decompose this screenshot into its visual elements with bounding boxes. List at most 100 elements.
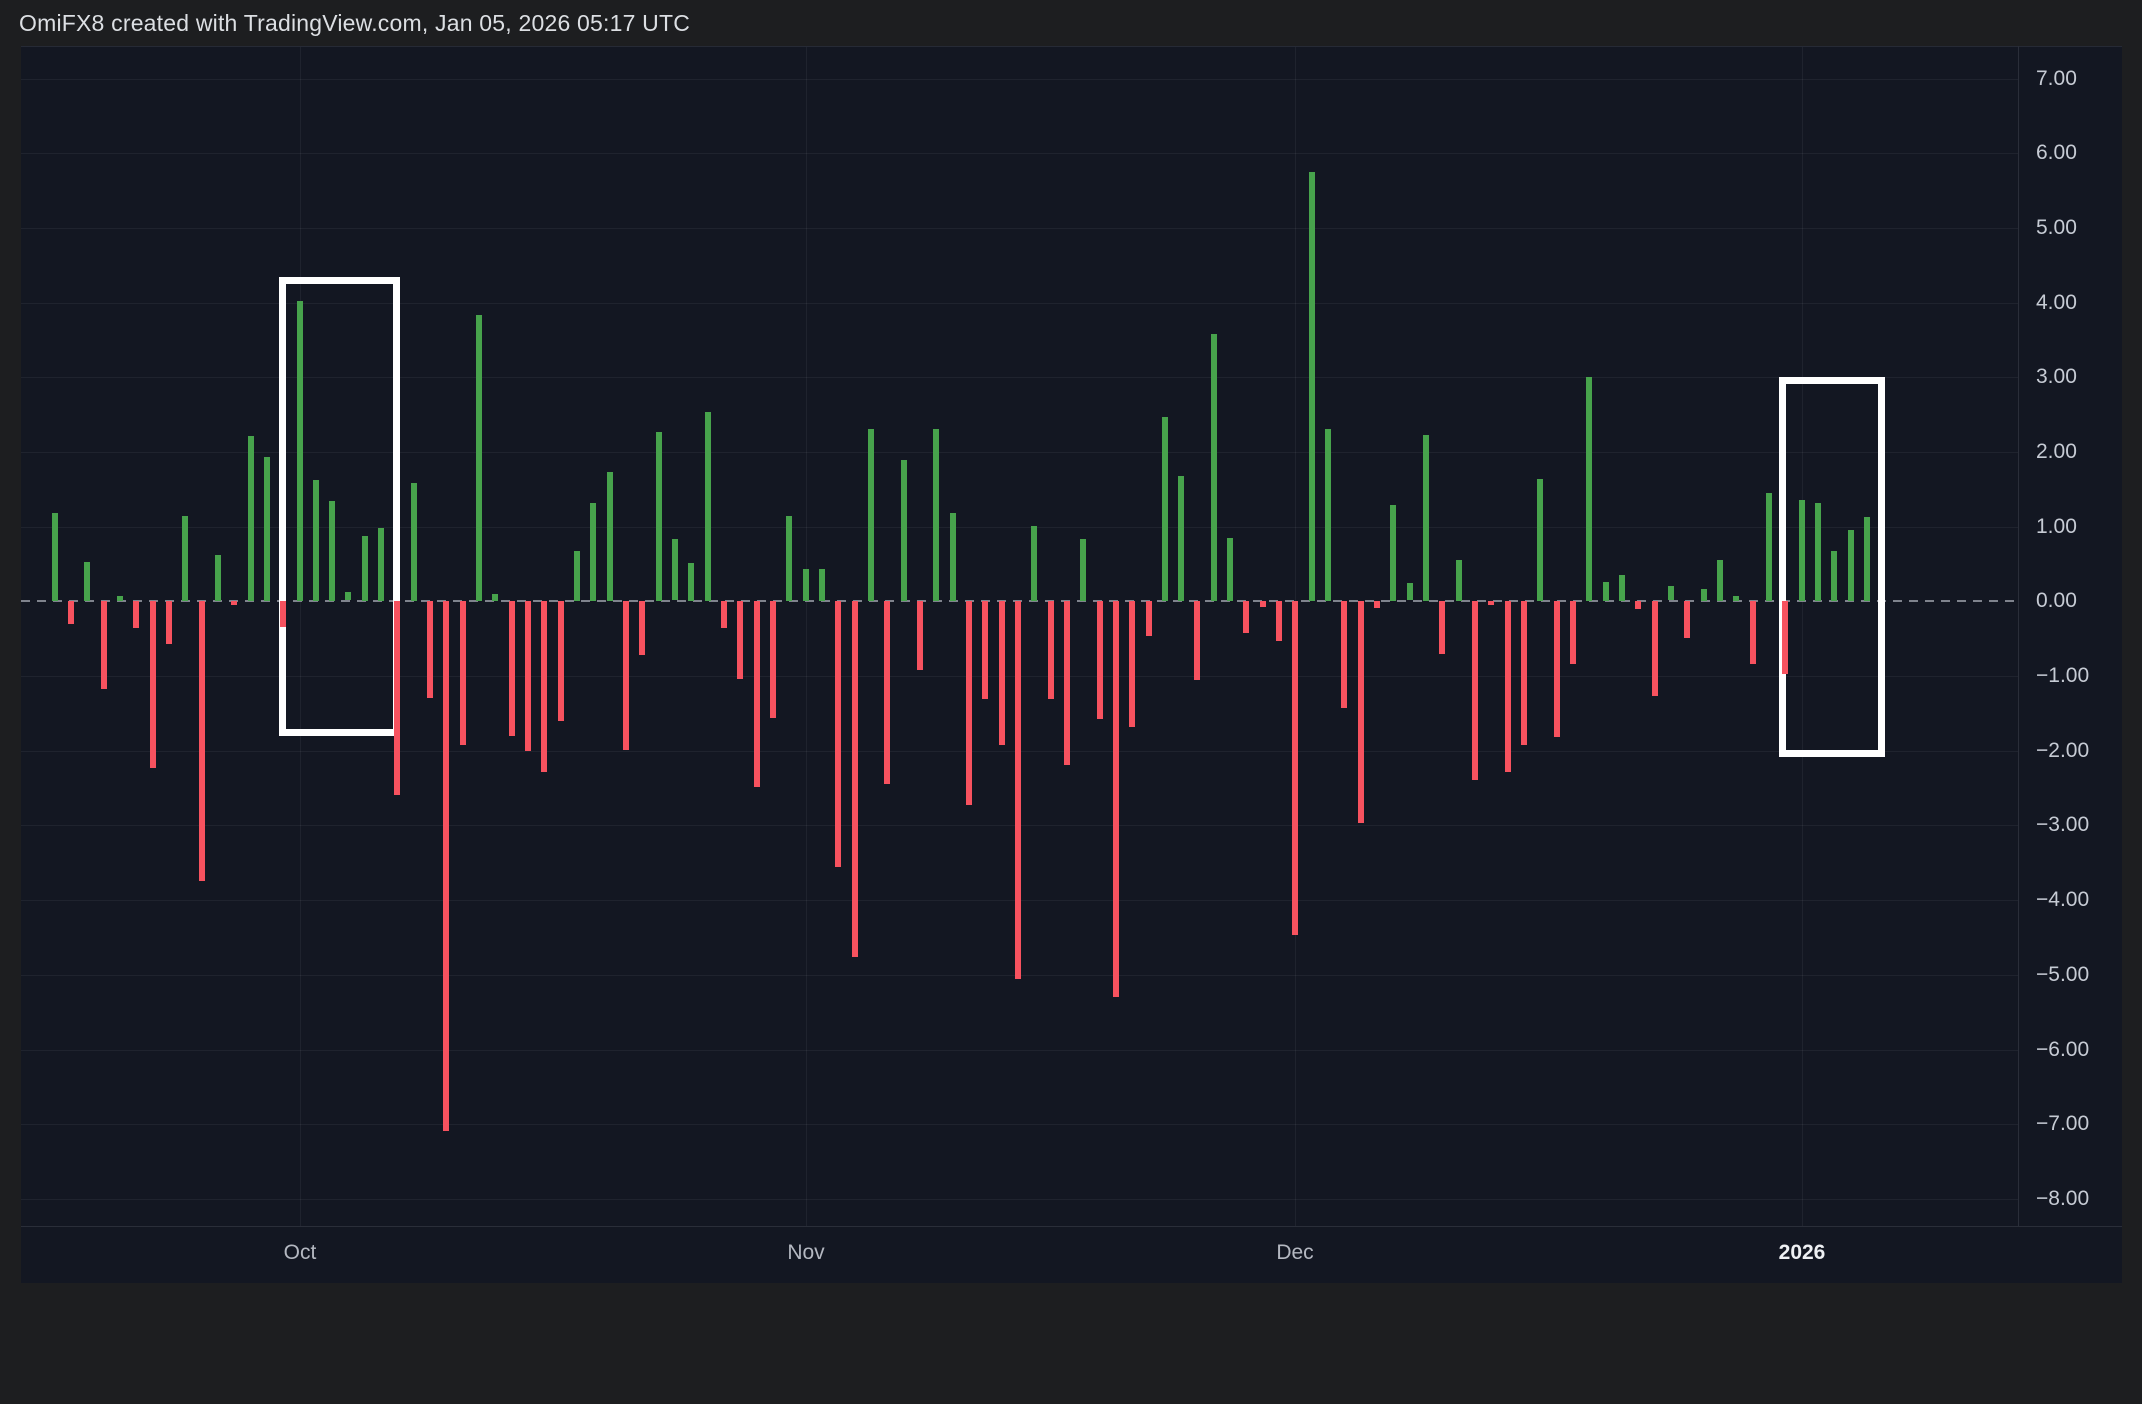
- histogram-bar: [182, 516, 188, 601]
- price-axis-label: −4.00: [2036, 888, 2089, 912]
- time-axis-label: Oct: [284, 1241, 317, 1265]
- histogram-bar: [1668, 586, 1674, 600]
- price-axis-label: 7.00: [2036, 67, 2077, 91]
- histogram-bar: [917, 601, 923, 670]
- histogram-bar: [1129, 601, 1135, 727]
- histogram-bar: [1570, 601, 1576, 664]
- histogram-bar: [1848, 530, 1854, 601]
- price-axis-label: −8.00: [2036, 1187, 2089, 1211]
- histogram-bar: [1358, 601, 1364, 823]
- price-axis-label: 3.00: [2036, 365, 2077, 389]
- histogram-bar: [558, 601, 564, 721]
- histogram-bar: [1341, 601, 1347, 708]
- histogram-bar: [84, 562, 90, 601]
- chart-plot-area[interactable]: [21, 46, 2018, 1226]
- histogram-bar: [901, 460, 907, 601]
- gridline-horizontal: [21, 228, 2018, 229]
- histogram-bar: [574, 551, 580, 601]
- histogram-bar: [950, 513, 956, 601]
- histogram-bar: [117, 596, 123, 601]
- histogram-bar: [1488, 601, 1494, 605]
- title-bar: OmiFX8 created with TradingView.com, Jan…: [0, 0, 2142, 46]
- histogram-bar: [1766, 493, 1772, 601]
- price-axis-label: −7.00: [2036, 1112, 2089, 1136]
- histogram-bar: [966, 601, 972, 805]
- histogram-bar: [1276, 601, 1282, 641]
- histogram-bar: [1146, 601, 1152, 636]
- histogram-bar: [590, 503, 596, 601]
- price-axis-label: 4.00: [2036, 291, 2077, 315]
- histogram-bar: [1456, 560, 1462, 601]
- histogram-bar: [1309, 172, 1315, 601]
- price-axis-separator: [2018, 46, 2019, 1283]
- histogram-bar: [1537, 479, 1543, 601]
- time-axis[interactable]: Oct Nov Dec 2026: [21, 1226, 2122, 1283]
- histogram-bar: [803, 569, 809, 601]
- price-axis-label: 2.00: [2036, 440, 2077, 464]
- histogram-bar: [1374, 601, 1380, 608]
- price-axis-label: −1.00: [2036, 664, 2089, 688]
- histogram-bar: [1864, 517, 1870, 601]
- page-title: OmiFX8 created with TradingView.com, Jan…: [19, 10, 690, 37]
- histogram-bar: [754, 601, 760, 787]
- gridline-horizontal: [21, 153, 2018, 154]
- histogram-bar: [835, 601, 841, 867]
- histogram-bar: [1619, 575, 1625, 601]
- histogram-bar: [280, 601, 286, 627]
- histogram-bar: [1325, 429, 1331, 601]
- histogram-bar: [770, 601, 776, 718]
- histogram-bar: [133, 601, 139, 628]
- gridline-vertical: [806, 47, 807, 1226]
- histogram-bar: [1292, 601, 1298, 935]
- time-axis-label: Dec: [1276, 1241, 1313, 1265]
- histogram-bar: [852, 601, 858, 957]
- histogram-bar: [231, 601, 237, 605]
- histogram-bar: [215, 555, 221, 601]
- histogram-bar: [1799, 500, 1805, 601]
- histogram-bar: [656, 432, 662, 601]
- histogram-bar: [394, 601, 400, 795]
- histogram-bar: [1472, 601, 1478, 780]
- histogram-bar: [721, 601, 727, 628]
- price-axis-label: −6.00: [2036, 1038, 2089, 1062]
- histogram-bar: [313, 480, 319, 601]
- gridline-horizontal: [21, 1050, 2018, 1051]
- histogram-bar: [1750, 601, 1756, 664]
- histogram-bar: [819, 569, 825, 601]
- histogram-bar: [1031, 526, 1037, 601]
- histogram-bar: [68, 601, 74, 624]
- histogram-bar: [1521, 601, 1527, 745]
- histogram-bar: [982, 601, 988, 699]
- time-axis-label: Nov: [787, 1241, 824, 1265]
- histogram-bar: [786, 516, 792, 601]
- footer: TradingView: [0, 1283, 2142, 1404]
- gridline-horizontal: [21, 79, 2018, 80]
- histogram-bar: [297, 301, 303, 601]
- histogram-bar: [1733, 596, 1739, 601]
- histogram-bar: [509, 601, 515, 736]
- histogram-bar: [1603, 582, 1609, 601]
- histogram-bar: [1227, 538, 1233, 601]
- histogram-bar: [1390, 505, 1396, 601]
- histogram-bar: [411, 483, 417, 601]
- price-axis[interactable]: 7.006.005.004.003.002.001.000.00−1.00−2.…: [2018, 46, 2122, 1226]
- histogram-bar: [623, 601, 629, 750]
- histogram-bar: [1194, 601, 1200, 680]
- histogram-bar: [264, 457, 270, 601]
- price-axis-label: −5.00: [2036, 963, 2089, 987]
- histogram-bar: [737, 601, 743, 679]
- gridline-horizontal: [21, 1199, 2018, 1200]
- histogram-bar: [1080, 539, 1086, 601]
- time-axis-label: 2026: [1779, 1241, 1826, 1265]
- histogram-bar: [362, 536, 368, 601]
- histogram-bar: [345, 592, 351, 600]
- histogram-bar: [248, 436, 254, 601]
- histogram-bar: [1423, 435, 1429, 601]
- histogram-bar: [1407, 583, 1413, 600]
- price-axis-label: −2.00: [2036, 739, 2089, 763]
- histogram-bar: [1586, 377, 1592, 601]
- histogram-bar: [1113, 601, 1119, 997]
- price-axis-label: 5.00: [2036, 216, 2077, 240]
- histogram-bar: [525, 601, 531, 751]
- histogram-bar: [1260, 601, 1266, 607]
